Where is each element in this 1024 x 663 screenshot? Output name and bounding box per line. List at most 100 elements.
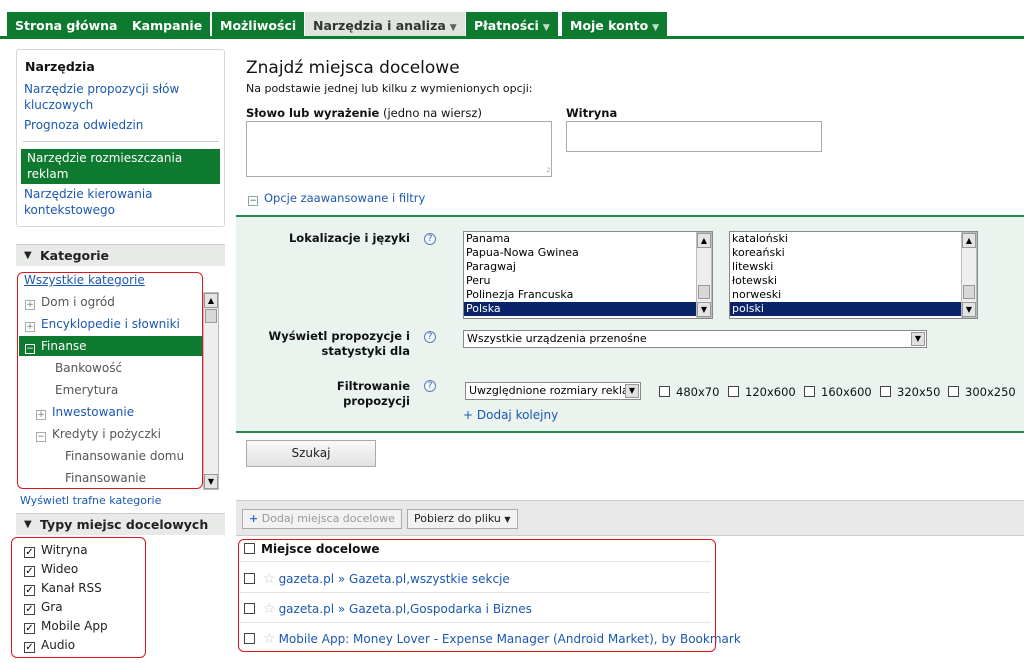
tools-title: Narzędzia xyxy=(25,59,95,74)
page-subtitle: Na podstawie jednej lub kilku z wymienio… xyxy=(246,82,533,95)
filter-label: Filtrowanie propozycji xyxy=(336,379,410,408)
language-option-selected[interactable]: polski xyxy=(730,302,977,316)
scroll-down-icon[interactable]: ▼ xyxy=(697,302,711,317)
category-scrollbar[interactable]: ▲ ▼ xyxy=(203,292,219,490)
advanced-options-label: Opcje zaawansowane i filtry xyxy=(264,191,426,205)
tab-opportunities[interactable]: Możliwości xyxy=(212,12,305,39)
checkbox-icon[interactable] xyxy=(948,386,959,397)
top-navigation: Strona główna Kampanie Możliwości Narzęd… xyxy=(0,0,1024,39)
checkbox-icon[interactable] xyxy=(659,386,670,397)
language-scrollbar[interactable]: ▲ ▼ xyxy=(961,232,977,318)
country-option[interactable]: Polinezja Francuska xyxy=(464,288,712,302)
country-option-selected[interactable]: Polska xyxy=(464,302,712,316)
tab-home[interactable]: Strona główna xyxy=(7,12,126,39)
tab-tools-analysis[interactable]: Narzędzia i analiza ▼ xyxy=(305,12,465,39)
tab-label: Moje konto xyxy=(570,18,649,33)
download-button[interactable]: Pobierz do pliku ▼ xyxy=(407,509,518,529)
chevron-down-icon: ▼ xyxy=(652,23,660,33)
tab-payments[interactable]: Płatności ▼ xyxy=(466,12,558,39)
language-option[interactable]: litewski xyxy=(730,260,977,274)
size-label: 320x50 xyxy=(897,385,941,399)
advanced-options-toggle[interactable]: − Opcje zaawansowane i filtry xyxy=(248,191,425,206)
resize-grip-icon: .:· xyxy=(546,165,551,175)
country-option[interactable]: Panama xyxy=(464,232,712,246)
devices-select-value: Wszystkie urządzenia przenośne xyxy=(467,332,647,345)
scroll-down-icon[interactable]: ▼ xyxy=(204,474,218,489)
size-label: 160x600 xyxy=(821,385,872,399)
country-listbox[interactable]: Panama Papua-Nowa Gwinea Paragwaj Peru P… xyxy=(463,231,713,319)
download-label: Pobierz do pliku xyxy=(414,512,501,525)
country-option[interactable]: Paragwaj xyxy=(464,260,712,274)
show-stats-label-line: statystyki dla xyxy=(321,344,410,358)
country-scrollbar[interactable]: ▲ ▼ xyxy=(696,232,712,318)
tool-link-keyword[interactable]: Narzędzie propozycji słów kluczowych xyxy=(24,82,214,113)
scroll-up-icon[interactable]: ▲ xyxy=(697,233,711,248)
categories-header[interactable]: ▼ Kategorie xyxy=(16,244,225,266)
divider xyxy=(23,141,219,142)
help-icon[interactable]: ? xyxy=(424,380,436,392)
language-option[interactable]: koreański xyxy=(730,246,977,260)
country-option[interactable]: Peru xyxy=(464,274,712,288)
site-label: Witryna xyxy=(566,106,618,120)
scroll-up-icon[interactable]: ▲ xyxy=(204,293,218,308)
tab-label: Narzędzia i analiza xyxy=(313,18,446,33)
help-icon[interactable]: ? xyxy=(424,331,436,343)
chevron-down-icon: ▼ xyxy=(542,23,550,33)
help-icon[interactable]: ? xyxy=(424,233,436,245)
types-header-label: Typy miejsc docelowych xyxy=(40,517,209,532)
size-checkbox[interactable]: 320x50 xyxy=(880,385,940,399)
tab-label: Kampanie xyxy=(132,18,203,33)
tool-link-placement[interactable]: Narzędzie rozmieszczania reklam xyxy=(21,149,220,184)
show-relevant-categories-link[interactable]: Wyświetl trafne kategorie xyxy=(20,493,161,508)
tab-my-account[interactable]: Moje konto ▼ xyxy=(562,12,668,39)
checkbox-icon[interactable] xyxy=(880,386,891,397)
keyword-textarea[interactable]: .:· xyxy=(246,121,552,177)
keyword-label-bold: Słowo lub wyrażenie xyxy=(246,106,380,120)
add-another-link[interactable]: + Dodaj kolejny xyxy=(463,408,558,422)
language-option[interactable]: kataloński xyxy=(730,232,977,246)
highlight-box xyxy=(17,272,203,489)
scroll-thumb[interactable] xyxy=(205,309,217,323)
show-stats-label: Wyświetl propozycje i statystyki dla xyxy=(256,329,410,359)
language-option[interactable]: łotewski xyxy=(730,274,977,288)
language-option[interactable]: norweski xyxy=(730,288,977,302)
locations-label: Lokalizacje i języki xyxy=(288,231,410,245)
tool-link-traffic[interactable]: Prognoza odwiedzin xyxy=(24,118,214,134)
triangle-down-icon: ▼ xyxy=(24,250,32,261)
scroll-down-icon[interactable]: ▼ xyxy=(962,302,976,317)
scroll-up-icon[interactable]: ▲ xyxy=(962,233,976,248)
size-checkbox[interactable]: 300x250 xyxy=(948,385,1016,399)
chevron-down-icon: ▼ xyxy=(911,332,925,346)
tools-panel: Narzędzia Narzędzie propozycji słów kluc… xyxy=(16,49,225,227)
language-listbox[interactable]: kataloński koreański litewski łotewski n… xyxy=(729,231,978,319)
site-input[interactable] xyxy=(566,121,822,152)
checkbox-icon[interactable] xyxy=(804,386,815,397)
types-header[interactable]: ▼ Typy miejsc docelowych xyxy=(16,513,225,535)
size-checkbox[interactable]: 160x600 xyxy=(804,385,872,399)
chevron-down-icon: ▼ xyxy=(504,515,511,524)
add-placements-label: Dodaj miejsca docelowe xyxy=(261,512,395,525)
categories-panel: ▼ Kategorie Wszystkie kategorie + Dom i og… xyxy=(16,244,225,514)
checkbox-icon[interactable] xyxy=(728,386,739,397)
size-checkbox[interactable]: 480x70 xyxy=(659,385,719,399)
highlight-box xyxy=(238,539,716,652)
filter-select-value: Uwzględnione rozmiary reklam xyxy=(469,384,640,397)
triangle-down-icon: ▼ xyxy=(24,519,32,530)
tool-link-contextual[interactable]: Narzędzie kierowania kontekstowego xyxy=(24,187,214,218)
results-toolbar: + Dodaj miejsca docelowe Pobierz do plik… xyxy=(236,500,1024,536)
scroll-thumb[interactable] xyxy=(963,285,975,299)
scroll-thumb[interactable] xyxy=(698,285,710,299)
page-title: Znajdź miejsca docelowe xyxy=(246,58,460,78)
filter-select[interactable]: Uwzględnione rozmiary reklam ▼ xyxy=(465,382,641,400)
add-placements-button[interactable]: + Dodaj miejsca docelowe xyxy=(242,509,402,529)
tab-campaigns[interactable]: Kampanie xyxy=(124,12,211,39)
search-button[interactable]: Szukaj xyxy=(246,440,376,467)
size-label: 480x70 xyxy=(676,385,720,399)
main-content: Znajdź miejsca docelowe Na podstawie jed… xyxy=(236,49,1024,663)
minus-icon: − xyxy=(248,196,258,206)
country-option[interactable]: Papua-Nowa Gwinea xyxy=(464,246,712,260)
size-checkbox[interactable]: 120x600 xyxy=(728,385,796,399)
devices-select[interactable]: Wszystkie urządzenia przenośne ▼ xyxy=(463,330,927,348)
chevron-down-icon: ▼ xyxy=(449,23,457,33)
tab-label: Strona główna xyxy=(15,18,118,33)
